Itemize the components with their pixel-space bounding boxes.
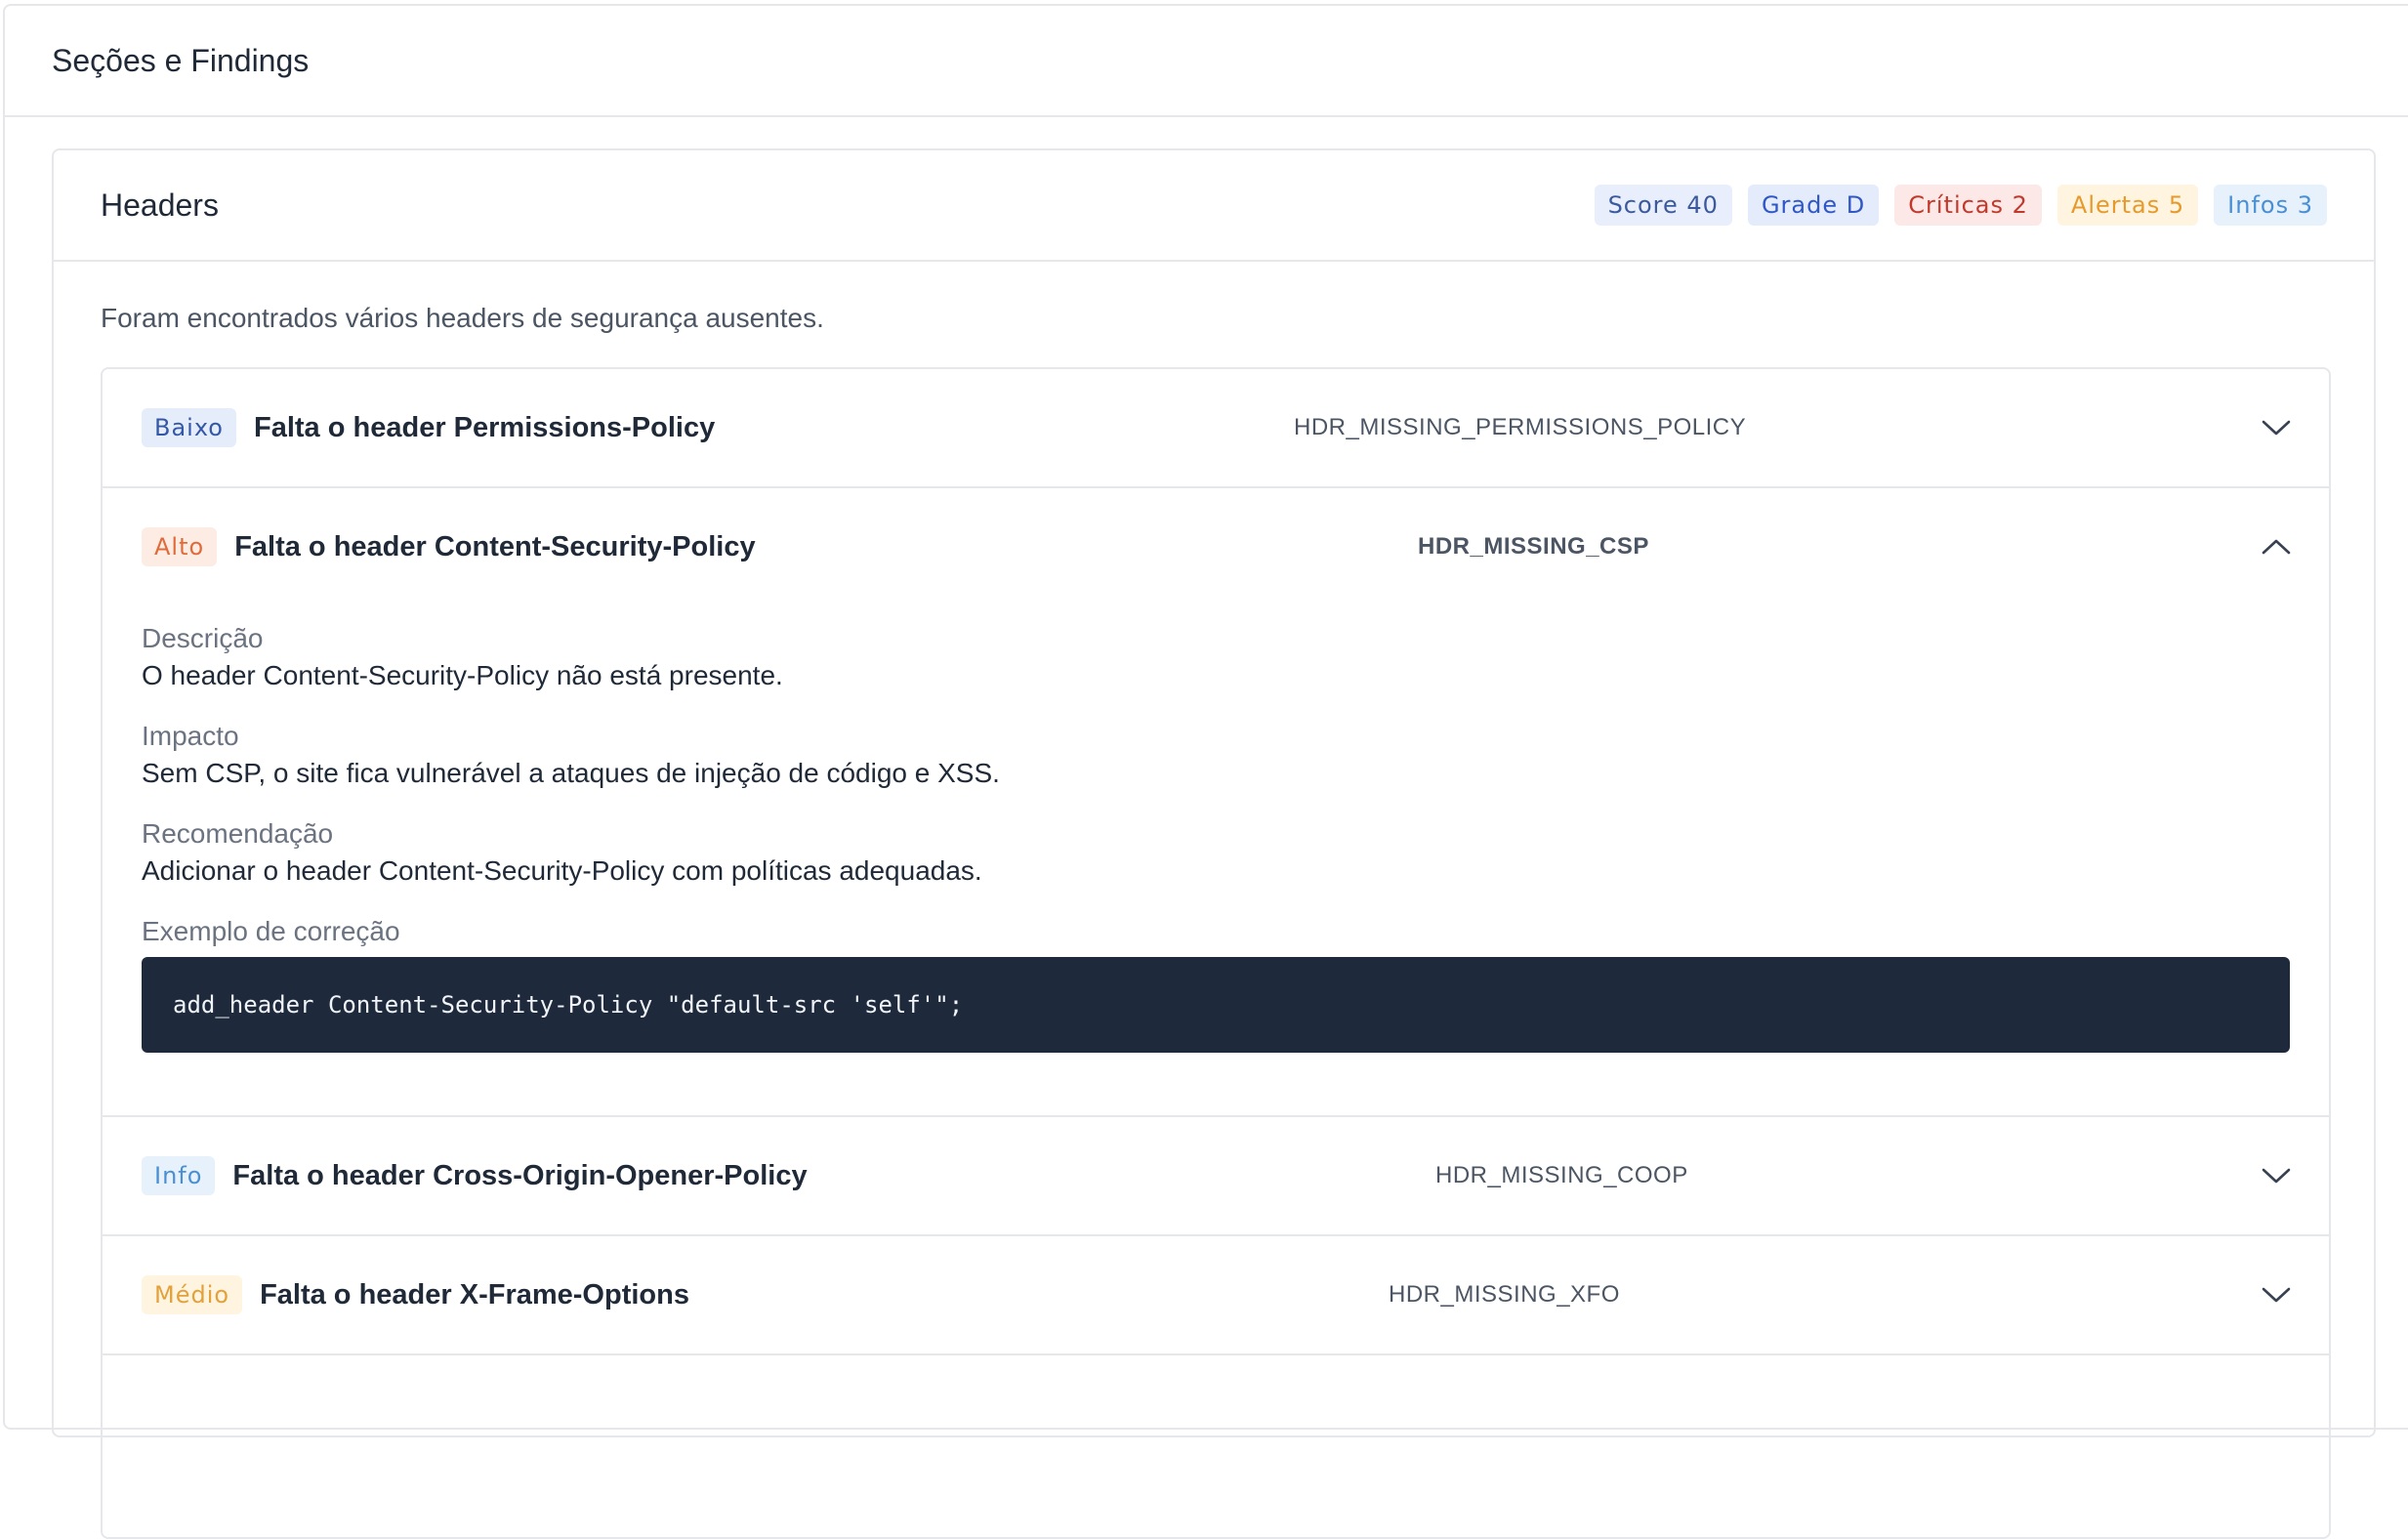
finding-item: Baixo Falta o header Permissions-Policy … [103,369,2329,488]
section-header: Headers Score 40 Grade D Críticas 2 Aler… [54,150,2374,262]
code-example: add_header Content-Security-Policy "defa… [142,957,2290,1053]
description-label: Descrição [142,623,264,653]
finding-code: HDR_MISSING_COOP [1435,1162,1688,1188]
severity-badge: Médio [142,1275,243,1314]
grade-badge: Grade D [1747,185,1880,226]
page-title: Seções e Findings [52,42,310,78]
section-headers: Headers Score 40 Grade D Críticas 2 Aler… [52,148,2376,1539]
impact-label: Impacto [142,721,239,751]
recommendation-text: Adicionar o header Content-Security-Poli… [142,855,982,886]
alertas-badge: Alertas 5 [2056,185,2199,226]
sections-panel: Seções e Findings Headers Score 40 Grade… [3,4,2408,1539]
finding-toggle[interactable]: Info Falta o header Cross-Origin-Opener-… [103,1117,2329,1234]
score-badge: Score 40 [1594,185,1732,226]
section-summary: Foram encontrados vários headers de segu… [101,303,824,333]
section-title: Headers [101,187,219,223]
finding-code: HDR_MISSING_CSP [1418,533,1649,560]
severity-badge: Alto [142,527,218,566]
finding-item: Info Falta o header Cross-Origin-Opener-… [103,1117,2329,1236]
severity-badge: Info [142,1156,216,1195]
finding-toggle[interactable]: Alto Falta o header Content-Security-Pol… [103,488,2329,605]
finding-item: Alto Falta o header Content-Security-Pol… [103,488,2329,1117]
finding-title: Falta o header Permissions-Policy [254,411,716,443]
panel-header: Seções e Findings [5,6,2408,117]
finding-detail: Descrição O header Content-Security-Poli… [103,623,2329,1115]
recommendation-label: Recomendação [142,818,334,849]
finding-code: HDR_MISSING_XFO [1389,1281,1620,1308]
finding-item: Médio Falta o header X-Frame-Options HDR… [103,1236,2329,1355]
example-label: Exemplo de correção [142,916,400,946]
impact-text: Sem CSP, o site fica vulnerável a ataque… [142,758,1000,788]
finding-toggle[interactable]: Médio Falta o header X-Frame-Options HDR… [103,1236,2329,1353]
infos-badge: Infos 3 [2214,185,2327,226]
finding-title: Falta o header Cross-Origin-Opener-Polic… [232,1159,808,1191]
chevron-down-icon[interactable] [2261,1166,2292,1185]
chevron-down-icon[interactable] [2261,1285,2292,1305]
section-badges: Score 40 Grade D Críticas 2 Alertas 5 In… [1594,185,2327,226]
finding-title: Falta o header Content-Security-Policy [234,530,756,562]
finding-toggle[interactable]: Baixo Falta o header Permissions-Policy … [103,369,2329,486]
severity-badge: Baixo [142,408,236,447]
description-text: O header Content-Security-Policy não est… [142,660,783,690]
chevron-up-icon[interactable] [2261,537,2292,557]
finding-code: HDR_MISSING_PERMISSIONS_POLICY [1294,414,1747,440]
chevron-down-icon[interactable] [2261,418,2292,437]
finding-title: Falta o header X-Frame-Options [260,1278,689,1310]
criticas-badge: Críticas 2 [1894,185,2042,226]
findings-list: Baixo Falta o header Permissions-Policy … [101,367,2331,1539]
